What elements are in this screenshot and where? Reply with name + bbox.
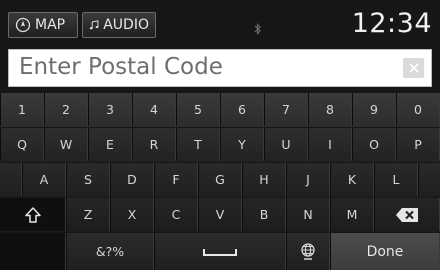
language-key[interactable] <box>286 233 330 270</box>
globe-icon <box>301 242 315 260</box>
row-2-right-spacer <box>418 163 440 196</box>
key-x[interactable]: X <box>110 198 154 231</box>
postal-code-placeholder: Enter Postal Code <box>19 54 223 80</box>
done-button[interactable]: Done <box>330 233 440 270</box>
bottom-row: &?% Done <box>0 233 440 270</box>
key-8[interactable]: 8 <box>308 93 352 126</box>
row-2-left-spacer <box>0 163 22 196</box>
key-g[interactable]: G <box>198 163 242 196</box>
key-s[interactable]: S <box>66 163 110 196</box>
key-l[interactable]: L <box>374 163 418 196</box>
map-button[interactable]: MAP <box>8 12 78 38</box>
key-3[interactable]: 3 <box>88 93 132 126</box>
space-key[interactable] <box>154 233 286 270</box>
key-k[interactable]: K <box>330 163 374 196</box>
key-j[interactable]: J <box>286 163 330 196</box>
bluetooth-icon <box>254 23 261 35</box>
on-screen-keyboard: 1 2 3 4 5 6 7 8 9 0 Q W E R T Y U I O P … <box>0 93 440 270</box>
number-row: 1 2 3 4 5 6 7 8 9 0 <box>0 93 440 127</box>
music-note-icon <box>89 20 99 30</box>
key-9[interactable]: 9 <box>352 93 396 126</box>
key-b[interactable]: B <box>242 198 286 231</box>
key-0[interactable]: 0 <box>396 93 440 126</box>
symbols-key[interactable]: &?% <box>66 233 154 270</box>
key-n[interactable]: N <box>286 198 330 231</box>
backspace-key[interactable] <box>374 198 440 231</box>
key-4[interactable]: 4 <box>132 93 176 126</box>
key-c[interactable]: C <box>154 198 198 231</box>
key-5[interactable]: 5 <box>176 93 220 126</box>
key-2[interactable]: 2 <box>44 93 88 126</box>
audio-button-label: AUDIO <box>103 17 149 33</box>
shift-arrow-icon <box>25 206 41 223</box>
compass-icon <box>15 17 31 33</box>
postal-code-entry-screen: MAP AUDIO 12:34 Enter Postal Code 1 2 3 … <box>0 0 440 270</box>
key-f[interactable]: F <box>154 163 198 196</box>
key-m[interactable]: M <box>330 198 374 231</box>
key-1[interactable]: 1 <box>0 93 44 126</box>
key-a[interactable]: A <box>22 163 66 196</box>
key-6[interactable]: 6 <box>220 93 264 126</box>
close-icon <box>408 63 419 73</box>
key-o[interactable]: O <box>352 128 396 161</box>
letter-row-2: A S D F G H J K L <box>0 163 440 197</box>
postal-code-field[interactable]: Enter Postal Code <box>8 49 432 87</box>
audio-button[interactable]: AUDIO <box>82 12 156 38</box>
key-w[interactable]: W <box>44 128 88 161</box>
bottom-left-blank-key <box>0 233 66 270</box>
key-u[interactable]: U <box>264 128 308 161</box>
clock: 12:34 <box>351 8 432 39</box>
key-z[interactable]: Z <box>66 198 110 231</box>
key-r[interactable]: R <box>132 128 176 161</box>
clear-button[interactable] <box>403 58 424 78</box>
key-e[interactable]: E <box>88 128 132 161</box>
key-p[interactable]: P <box>396 128 440 161</box>
key-i[interactable]: I <box>308 128 352 161</box>
shift-key[interactable] <box>0 198 66 231</box>
key-7[interactable]: 7 <box>264 93 308 126</box>
key-d[interactable]: D <box>110 163 154 196</box>
key-t[interactable]: T <box>176 128 220 161</box>
letter-row-3: Z X C V B N M <box>0 198 440 232</box>
space-bar-icon <box>203 248 237 256</box>
backspace-icon <box>396 207 418 222</box>
key-h[interactable]: H <box>242 163 286 196</box>
map-button-label: MAP <box>35 17 66 33</box>
status-bar: MAP AUDIO 12:34 <box>0 6 440 46</box>
key-y[interactable]: Y <box>220 128 264 161</box>
letter-row-1: Q W E R T Y U I O P <box>0 128 440 162</box>
key-q[interactable]: Q <box>0 128 44 161</box>
key-v[interactable]: V <box>198 198 242 231</box>
